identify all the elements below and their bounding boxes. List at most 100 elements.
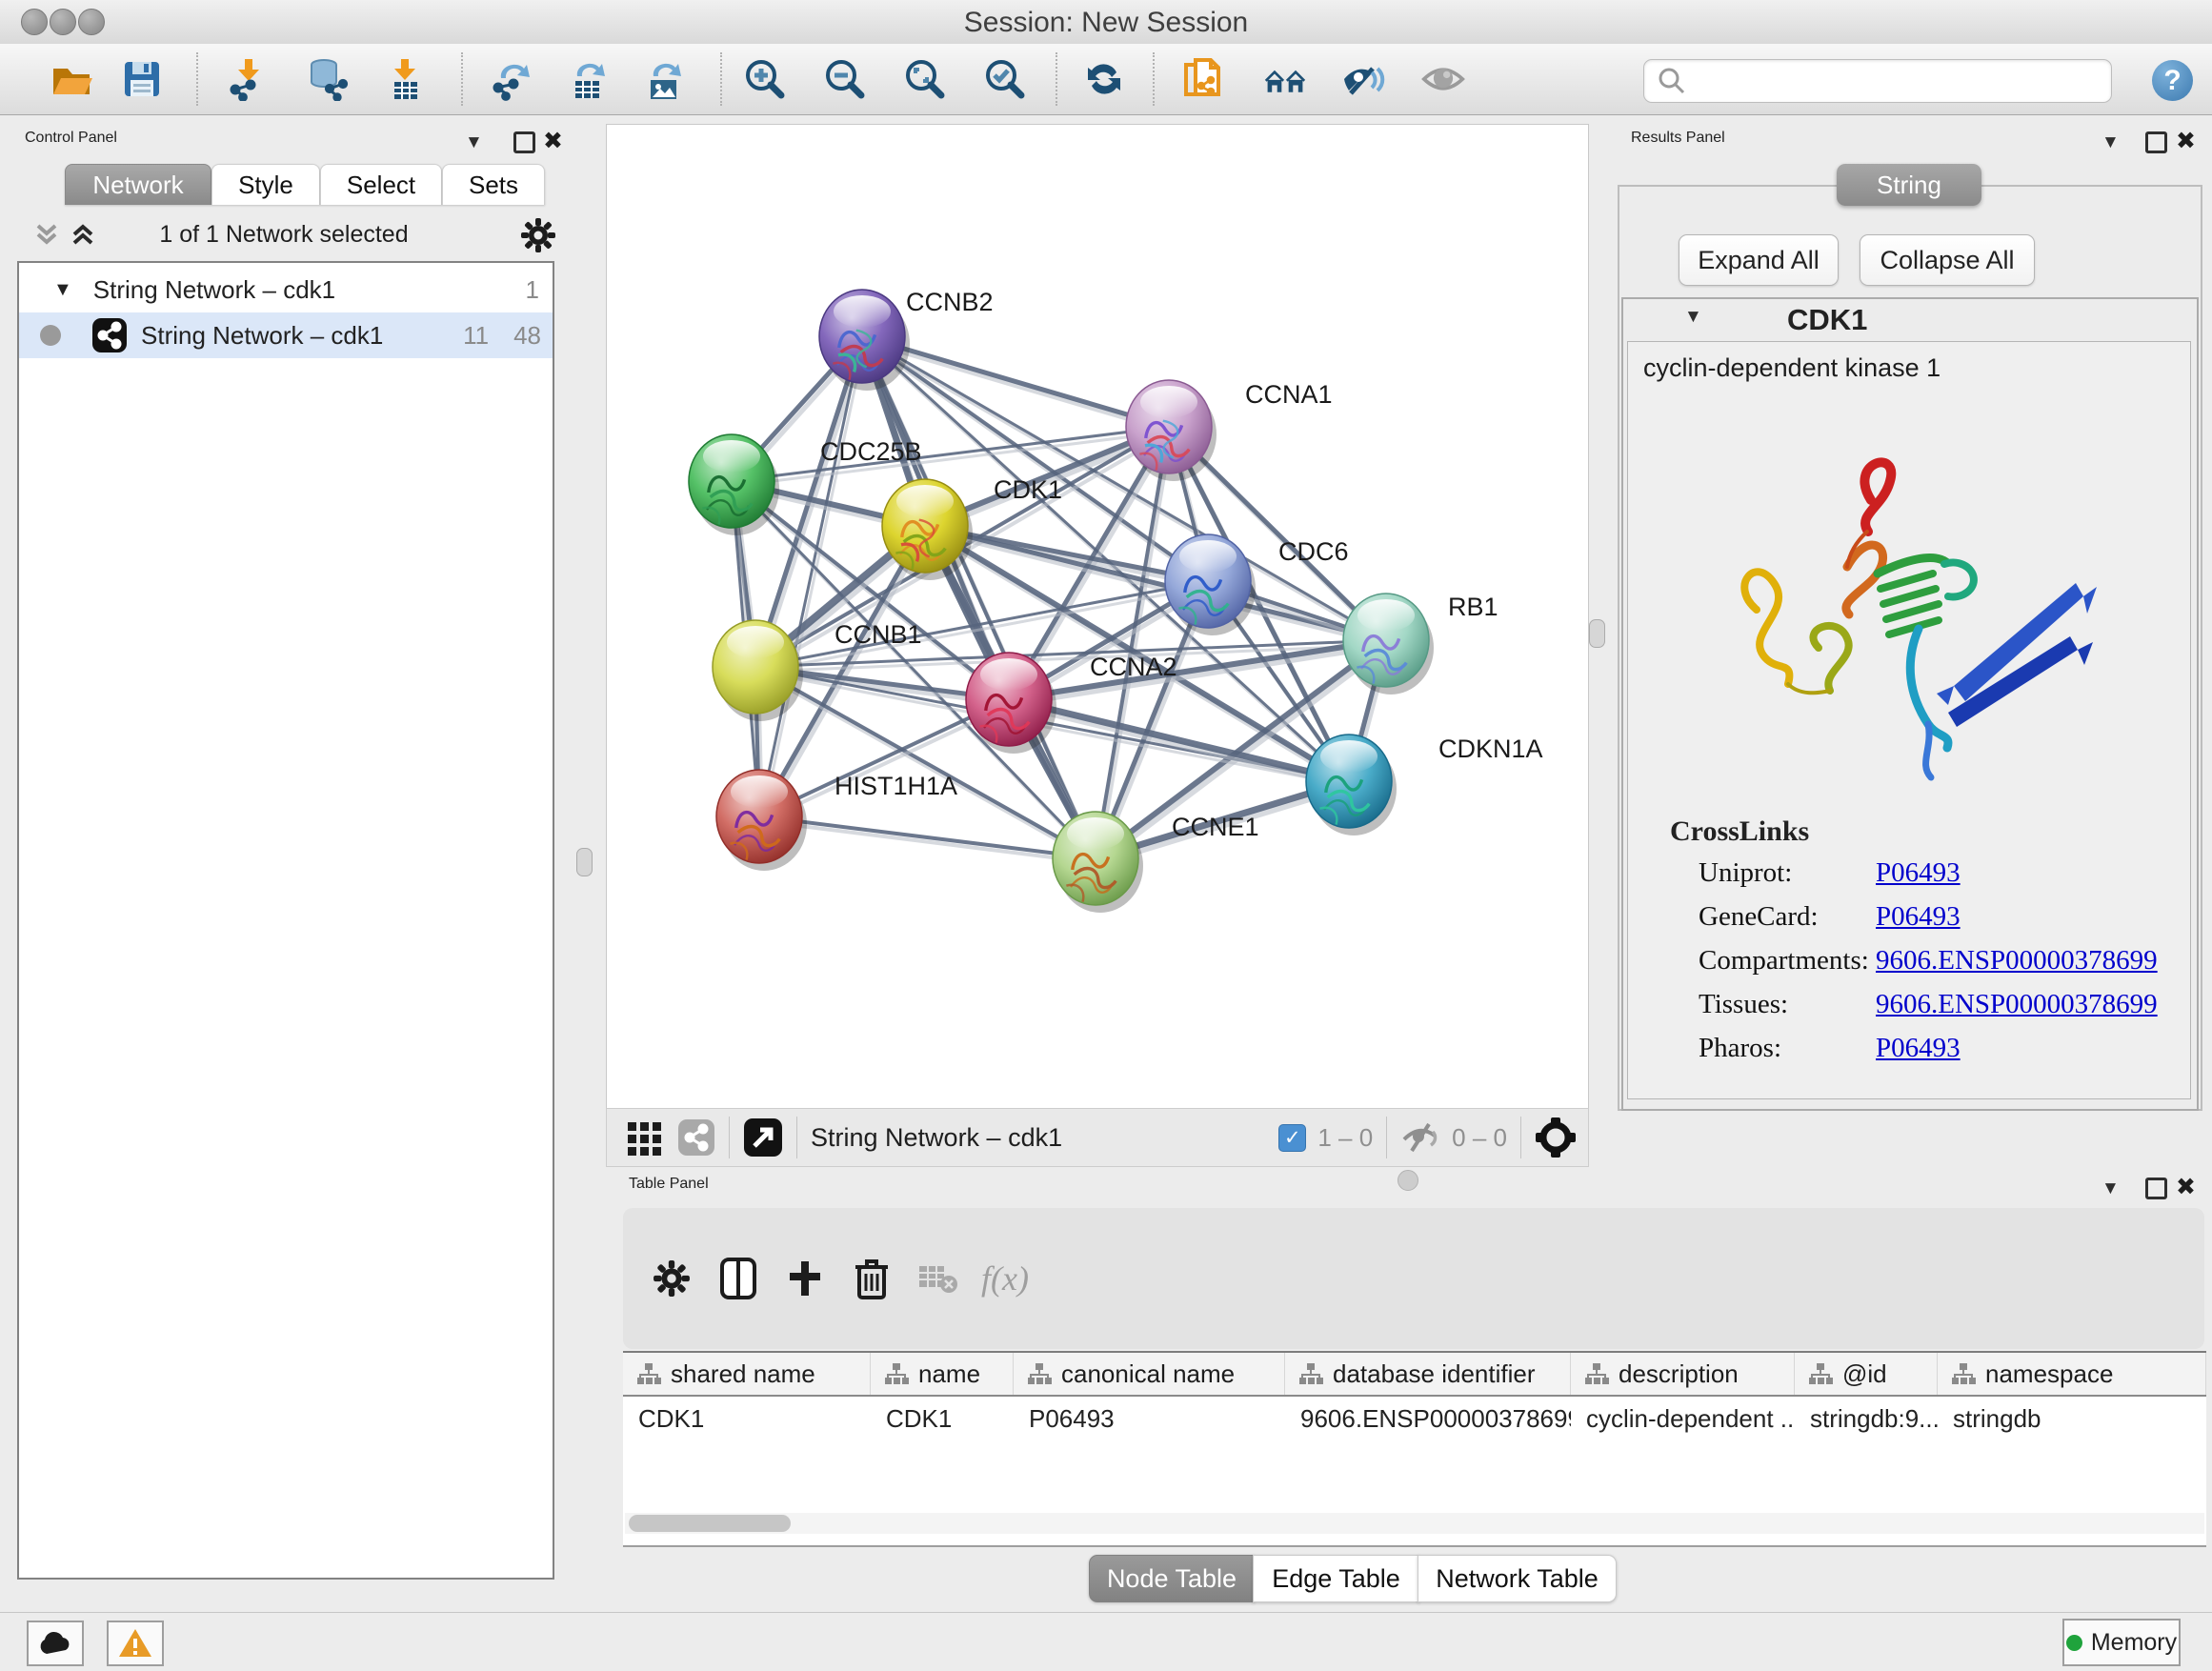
table-row[interactable]: CDK1CDK1P064939606.ENSP00000378699cyclin… <box>623 1397 2206 1440</box>
import-network-database-icon[interactable] <box>305 57 349 101</box>
table-hscrollbar[interactable] <box>625 1513 2204 1534</box>
birds-eye-grid-icon[interactable] <box>626 1118 664 1157</box>
export-network-icon[interactable] <box>490 57 533 101</box>
column-header-shared-name[interactable]: shared name <box>623 1353 871 1395</box>
application-window: Session: New Session <box>0 0 2212 1671</box>
refresh-icon[interactable] <box>1082 57 1126 101</box>
gene-collapse-icon[interactable]: ▼ <box>1684 307 1702 328</box>
gene-symbol: CDK1 <box>1787 303 1867 337</box>
table-panel-float-icon[interactable] <box>2145 1178 2167 1199</box>
collection-expand-icon[interactable]: ▼ <box>53 279 72 301</box>
network-view-title: String Network – cdk1 <box>811 1123 1062 1153</box>
column-header-description[interactable]: description <box>1571 1353 1795 1395</box>
open-session-icon[interactable] <box>50 57 93 101</box>
show-eye-icon[interactable] <box>1421 57 1465 101</box>
add-column-icon[interactable] <box>772 1250 838 1307</box>
control-panel-float-icon[interactable] <box>513 131 535 153</box>
save-session-icon[interactable] <box>120 57 164 101</box>
table-toolbar: f(x) <box>623 1208 2204 1349</box>
crosslink-tissues[interactable]: 9606.ENSP00000378699 <box>1876 989 2190 1020</box>
crosslink-genecard[interactable]: P06493 <box>1876 901 2190 933</box>
table-cell: 9606.ENSP00000378699 <box>1285 1397 1571 1440</box>
table-body: CDK1CDK1P064939606.ENSP00000378699cyclin… <box>623 1397 2206 1440</box>
column-header-name[interactable]: name <box>871 1353 1014 1395</box>
network-row-selected[interactable]: String Network – cdk1 11 48 <box>19 312 553 358</box>
table-settings-gear-icon[interactable] <box>638 1250 705 1307</box>
table-hscrollbar-thumb[interactable] <box>629 1515 791 1532</box>
crosslink-label: Compartments: <box>1699 945 1876 976</box>
tab-network-table[interactable]: Network Table <box>1418 1555 1617 1602</box>
zoom-out-icon[interactable] <box>823 57 867 101</box>
network-node-count: 11 <box>463 321 489 351</box>
zoom-fit-icon[interactable] <box>903 57 947 101</box>
protein-structure-image <box>1704 410 2114 791</box>
network-options-gear-icon[interactable] <box>520 217 556 258</box>
network-node-label-CDC6: CDC6 <box>1278 537 1349 566</box>
tab-sets[interactable]: Sets <box>442 164 545 205</box>
column-header-canonical-name[interactable]: canonical name <box>1014 1353 1285 1395</box>
column-header--id[interactable]: @id <box>1795 1353 1938 1395</box>
table-panel-close-icon[interactable]: ✖ <box>2176 1173 2196 1201</box>
table-cell: CDK1 <box>871 1397 1014 1440</box>
clone-network-icon[interactable] <box>1181 57 1225 101</box>
control-panel-close-icon[interactable]: ✖ <box>543 127 563 155</box>
import-table-file-icon[interactable] <box>383 57 427 101</box>
import-network-file-icon[interactable] <box>227 57 271 101</box>
column-header-namespace[interactable]: namespace <box>1938 1353 2206 1395</box>
delete-table-icon[interactable] <box>905 1250 972 1307</box>
memory-button[interactable]: Memory <box>2062 1619 2181 1666</box>
hidden-eye-slash-icon <box>1400 1120 1442 1155</box>
navigate-crosshair-icon[interactable] <box>1535 1117 1577 1158</box>
titlebar: Session: New Session <box>0 0 2212 45</box>
help-button[interactable]: ? <box>2152 60 2193 101</box>
tab-string-results[interactable]: String <box>1837 164 1981 206</box>
tab-edge-table[interactable]: Edge Table <box>1253 1555 1419 1602</box>
search-input[interactable] <box>1696 63 2111 99</box>
network-collection-row[interactable]: ▼ String Network – cdk1 1 <box>19 267 553 312</box>
control-panel-title: Control Panel <box>25 130 117 147</box>
results-panel-float-icon[interactable] <box>2145 131 2167 153</box>
crosslink-uniprot[interactable]: P06493 <box>1876 857 2190 889</box>
bottom-splitter-handle[interactable] <box>1398 1170 1418 1191</box>
crosslink-compartments[interactable]: 9606.ENSP00000378699 <box>1876 945 2190 976</box>
cloud-status-button[interactable] <box>27 1621 84 1666</box>
network-node-label-HIST1H1A: HIST1H1A <box>835 772 957 800</box>
column-attribute-icon <box>1808 1362 1833 1385</box>
table-panel-collapse-icon[interactable]: ▼ <box>2101 1178 2120 1199</box>
expand-all-button[interactable]: Expand All <box>1679 234 1839 286</box>
tab-style[interactable]: Style <box>211 164 320 205</box>
table-header-row: shared namenamecanonical namedatabase id… <box>623 1353 2206 1397</box>
tab-select[interactable]: Select <box>320 164 442 205</box>
results-panel-close-icon[interactable]: ✖ <box>2176 127 2196 155</box>
network-canvas[interactable]: CCNB2CCNA1CDC25BCDK1CDC6RB1CCNB1CCNA2CDK… <box>606 124 1589 1109</box>
tab-node-table[interactable]: Node Table <box>1089 1555 1255 1602</box>
selected-checkbox-icon[interactable]: ✓ <box>1278 1124 1306 1152</box>
export-image-icon[interactable] <box>642 57 686 101</box>
right-splitter-handle[interactable] <box>1589 619 1605 648</box>
hide-selected-eye-icon[interactable] <box>1341 57 1385 101</box>
table-cell: stringdb <box>1938 1397 2206 1440</box>
show-columns-icon[interactable] <box>705 1250 772 1307</box>
tab-network[interactable]: Network <box>65 164 211 205</box>
export-table-icon[interactable] <box>566 57 610 101</box>
zoom-in-icon[interactable] <box>743 57 787 101</box>
network-selection-status: 1 of 1 Network selected <box>17 221 551 249</box>
delete-column-icon[interactable] <box>838 1250 905 1307</box>
collapse-all-button[interactable]: Collapse All <box>1860 234 2035 286</box>
network-node-label-CCNE1: CCNE1 <box>1172 813 1259 841</box>
results-panel-collapse-icon[interactable]: ▼ <box>2101 132 2120 153</box>
column-header-database-identifier[interactable]: database identifier <box>1285 1353 1571 1395</box>
warning-status-button[interactable] <box>107 1621 164 1666</box>
toolbar-search <box>1643 59 2112 103</box>
open-in-browser-icon[interactable] <box>743 1117 783 1158</box>
home-icon[interactable] <box>1263 57 1307 101</box>
zoom-selected-icon[interactable] <box>983 57 1027 101</box>
crosslink-pharos[interactable]: P06493 <box>1876 1033 2190 1064</box>
control-panel-collapse-icon[interactable]: ▼ <box>465 132 483 153</box>
memory-label: Memory <box>2091 1629 2177 1657</box>
results-panel-title: Results Panel <box>1631 130 1725 147</box>
window-title: Session: New Session <box>0 7 2212 39</box>
function-builder-icon[interactable]: f(x) <box>972 1250 1038 1307</box>
left-splitter-handle[interactable] <box>576 848 593 876</box>
string-view-icon[interactable] <box>677 1118 715 1157</box>
